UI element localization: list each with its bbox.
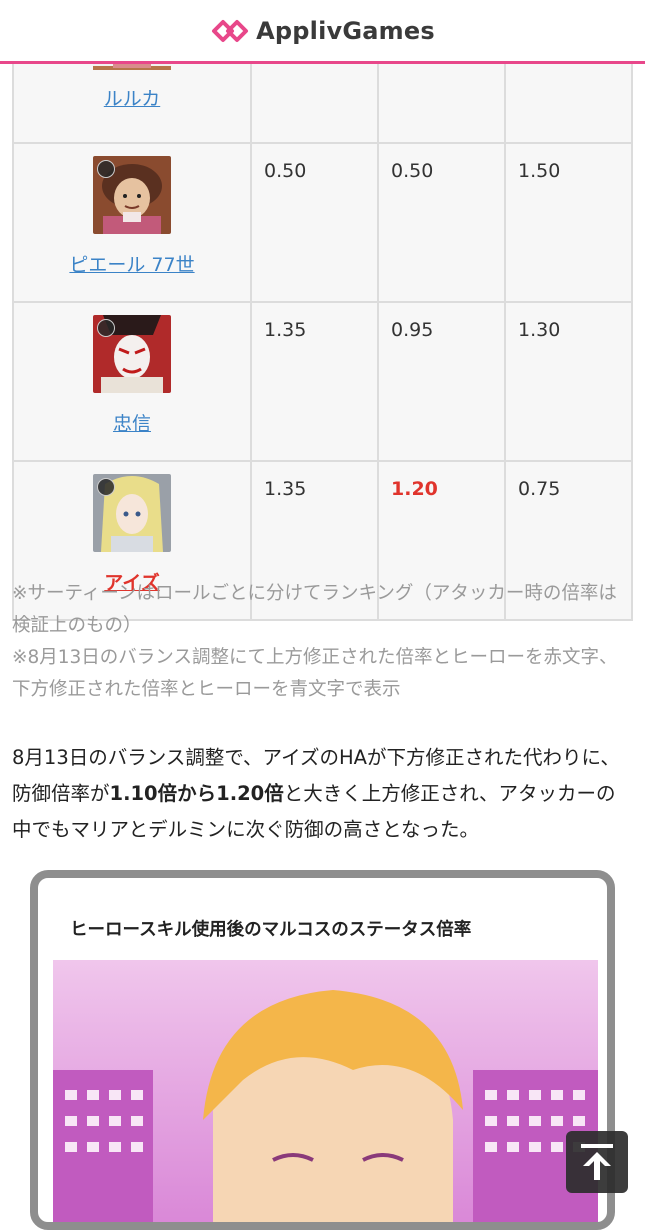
card-image xyxy=(53,960,598,1222)
hero-link-tadanobu[interactable]: 忠信 xyxy=(113,409,151,436)
back-to-top-button[interactable] xyxy=(566,1131,628,1193)
arrow-up-to-top-icon xyxy=(581,1144,613,1180)
applivgames-logo-icon xyxy=(212,19,249,42)
table-row: ピエール 77世 0.50 0.50 1.50 xyxy=(12,142,633,303)
note-line: ※8月13日のバランス調整にて上方修正された倍率とヒーローを赤文字、下方修正され… xyxy=(12,647,618,700)
hero-avatar-ais[interactable] xyxy=(93,474,171,552)
hero-cell: ピエール 77世 xyxy=(12,142,252,303)
status-card: ヒーロースキル使用後のマルコスのステータス倍率 xyxy=(30,870,615,1230)
attack-ratio: 0.50 xyxy=(250,142,379,303)
table-row: 忠信 1.35 0.95 1.30 xyxy=(12,301,633,462)
logo-text: ApplivGames xyxy=(256,16,435,45)
hero-cell: 忠信 xyxy=(12,301,252,462)
role-icon xyxy=(97,478,115,496)
role-icon xyxy=(97,160,115,178)
article-paragraph: 8月13日のバランス調整で、アイズのHAが下方修正された代わりに、防御倍率が1.… xyxy=(12,740,632,848)
hero-avatar-tadanobu[interactable] xyxy=(93,315,171,393)
site-header: ApplivGames xyxy=(0,0,645,64)
table-notes: ※サーティーンはロールごとに分けてランキング（アタッカー時の倍率は検証上のもの）… xyxy=(12,578,632,706)
hp-ratio: 1.50 xyxy=(504,142,633,303)
hero-link-pierre[interactable]: ピエール 77世 xyxy=(69,250,194,277)
site-logo[interactable]: ApplivGames xyxy=(210,17,435,45)
paragraph-bold-text: 1.10倍から1.20倍 xyxy=(109,782,284,805)
card-title: ヒーロースキル使用後のマルコスのステータス倍率 xyxy=(70,920,472,940)
defense-ratio-table: ルルカ ピエール 77世 0.50 0.50 1.50 忠信 1.35 0.95… xyxy=(12,38,633,621)
note-line: ※サーティーンはロールごとに分けてランキング（アタッカー時の倍率は検証上のもの） xyxy=(12,583,617,636)
defense-ratio: 0.50 xyxy=(377,142,506,303)
attack-ratio: 1.35 xyxy=(250,301,379,462)
hp-ratio: 1.30 xyxy=(504,301,633,462)
role-icon xyxy=(97,319,115,337)
hero-link-rurka[interactable]: ルルカ xyxy=(104,84,160,111)
defense-ratio: 0.95 xyxy=(377,301,506,462)
hero-avatar-pierre[interactable] xyxy=(93,156,171,234)
